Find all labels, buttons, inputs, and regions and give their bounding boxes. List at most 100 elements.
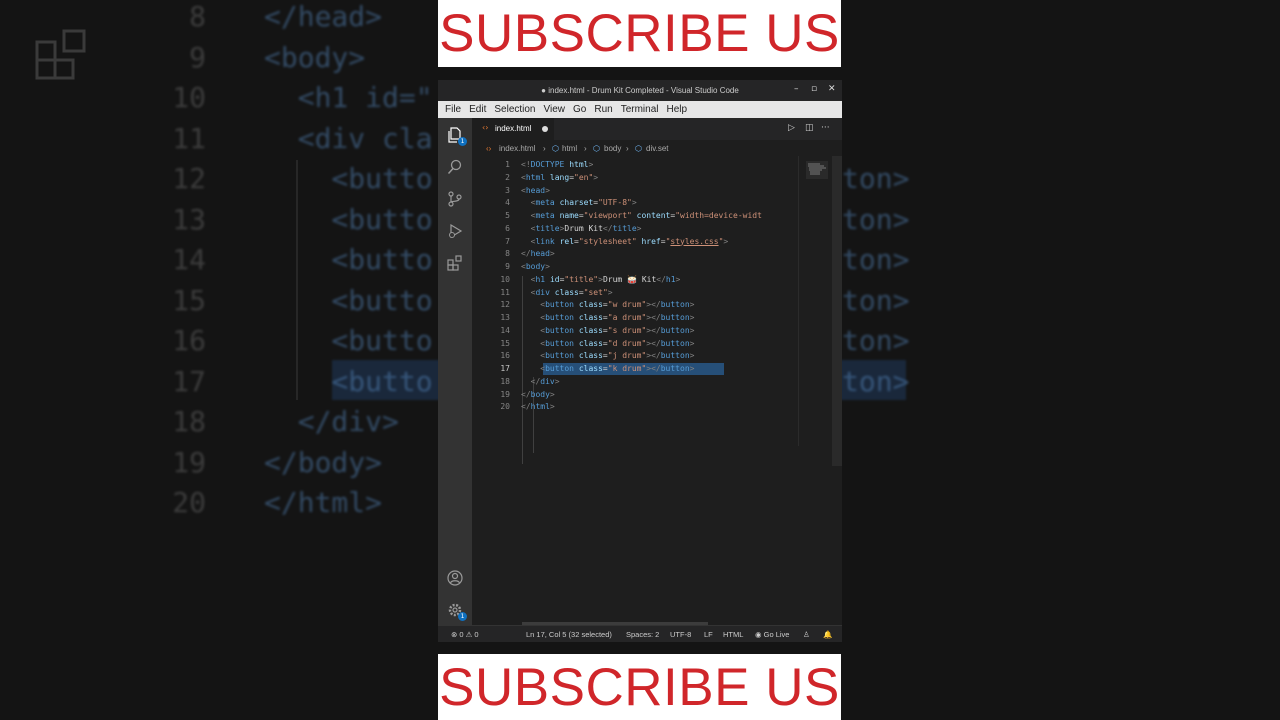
code-fragment-blurred: ton> <box>842 364 910 398</box>
vscode-window: ● index.html - Drum Kit Completed - Visu… <box>438 80 842 642</box>
line-number-blurred: 15 <box>172 283 206 317</box>
code-line[interactable]: <meta charset="UTF-8"> <box>521 198 637 207</box>
code-line[interactable]: <h1 id="title">Drum 🥁 Kit</h1> <box>521 275 681 284</box>
menu-selection[interactable]: Selection <box>494 104 535 115</box>
activity-bar: 1 1 <box>438 118 472 625</box>
code-line-blurred: </head> <box>264 0 383 33</box>
line-number: 13 <box>500 313 510 322</box>
code-fragment-blurred: ton> <box>842 243 910 276</box>
tab-bar: ‹› index.html ▷ ◫ ··· <box>472 118 842 140</box>
element-icon: ⬡ <box>552 144 559 153</box>
subscribe-banner-top: SUBSCRIBE US <box>438 0 841 67</box>
line-number: 6 <box>505 223 510 233</box>
account-icon[interactable] <box>447 570 463 586</box>
search-icon[interactable] <box>447 159 463 175</box>
more-actions-icon[interactable]: ··· <box>821 123 830 133</box>
breadcrumb: ‹› index.html › ⬡ html › ⬡ body › ⬡ div.… <box>472 140 842 156</box>
line-number-blurred: 12 <box>172 162 206 195</box>
line-number-blurred: 20 <box>172 486 206 519</box>
line-number: 11 <box>500 287 510 297</box>
tab-label: index.html <box>495 124 532 133</box>
code-line-blurred: <butto <box>264 324 433 357</box>
code-fragment-blurred: ton> <box>842 202 910 236</box>
menu-view[interactable]: View <box>544 104 566 115</box>
code-line[interactable]: <button class="d drum"></button> <box>521 339 694 348</box>
code-line-blurred: <butto <box>264 202 433 236</box>
code-line[interactable]: </html> <box>521 402 555 411</box>
menu-go[interactable]: Go <box>573 104 586 115</box>
title-bar: ● index.html - Drum Kit Completed - Visu… <box>438 80 842 101</box>
cursor-position[interactable]: Ln 17, Col 5 (32 selected) <box>526 630 612 639</box>
line-number: 3 <box>505 185 510 195</box>
code-line[interactable]: <!DOCTYPE html> <box>521 160 593 169</box>
split-editor-icon[interactable]: ◫ <box>805 123 814 133</box>
eol-setting[interactable]: LF <box>704 630 713 639</box>
run-debug-icon[interactable] <box>447 223 463 239</box>
code-line[interactable]: </div> <box>521 377 560 386</box>
maximize-button[interactable]: ▫ <box>811 84 817 94</box>
breadcrumb-item[interactable]: index.html <box>499 144 535 153</box>
code-line[interactable]: <button class="j drum"></button> <box>521 351 694 360</box>
settings-badge: 1 <box>458 612 467 621</box>
code-line-blurred: <butto <box>264 243 433 276</box>
menu-edit[interactable]: Edit <box>469 104 486 115</box>
code-line-blurred: </div> <box>264 405 399 438</box>
code-line[interactable]: <link rel="stylesheet" href="styles.css"… <box>521 237 729 246</box>
go-live-button[interactable]: ◉ Go Live <box>755 630 789 639</box>
code-line[interactable]: <head> <box>521 186 550 195</box>
minimize-button[interactable]: – <box>794 84 799 94</box>
code-line[interactable]: <div class="set"> <box>521 288 613 297</box>
status-bar: ⊗ 0 ⚠ 0 Ln 17, Col 5 (32 selected) Space… <box>438 625 842 642</box>
code-line[interactable]: <button class="w drum"></button> <box>521 300 694 309</box>
menu-bar: File Edit Selection View Go Run Terminal… <box>438 101 842 118</box>
code-line-blurred: <h1 id=" <box>264 81 433 114</box>
line-number: 16 <box>500 351 510 361</box>
code-line[interactable]: <html lang="en"> <box>521 173 598 182</box>
code-line[interactable]: <button class="s drum"></button> <box>521 326 694 335</box>
chevron-right-icon: › <box>584 144 587 153</box>
code-line[interactable]: <meta name="viewport" content="width=dev… <box>521 211 762 220</box>
breadcrumb-item[interactable]: div.set <box>646 144 669 153</box>
line-number: 14 <box>500 325 510 335</box>
code-line[interactable]: </head> <box>521 249 555 258</box>
line-number: 7 <box>505 236 510 246</box>
breadcrumb-item[interactable]: body <box>604 144 621 153</box>
indent-guide <box>533 377 534 453</box>
menu-help[interactable]: Help <box>667 104 688 115</box>
encoding-setting[interactable]: UTF-8 <box>670 630 691 639</box>
problems-indicator[interactable]: ⊗ 0 ⚠ 0 <box>451 630 479 639</box>
code-line-blurred: <butto <box>264 364 433 398</box>
line-number-blurred: 13 <box>172 202 206 236</box>
run-icon[interactable]: ▷ <box>788 123 795 133</box>
code-fragment-blurred: ton> <box>842 283 910 317</box>
notifications-bell-icon[interactable]: 🔔 <box>823 630 832 639</box>
code-line-blurred: <body> <box>264 40 366 74</box>
minimap[interactable] <box>806 161 828 179</box>
feedback-icon[interactable]: ♙ <box>803 630 810 639</box>
indentation-setting[interactable]: Spaces: 2 <box>626 630 659 639</box>
menu-file[interactable]: File <box>445 104 461 115</box>
chevron-right-icon: › <box>626 144 629 153</box>
tab-index-html[interactable]: ‹› index.html <box>472 118 554 140</box>
chevron-right-icon: › <box>543 144 546 153</box>
menu-run[interactable]: Run <box>594 104 612 115</box>
code-line[interactable]: <button class="k drum"></button> <box>521 364 694 373</box>
breadcrumb-item[interactable]: html <box>562 144 577 153</box>
language-mode[interactable]: HTML <box>723 630 743 639</box>
menu-terminal[interactable]: Terminal <box>621 104 659 115</box>
vertical-scrollbar[interactable] <box>832 156 842 466</box>
close-button[interactable]: ✕ <box>828 84 836 94</box>
line-number-blurred: 11 <box>172 121 206 155</box>
code-line[interactable]: <body> <box>521 262 550 271</box>
code-line[interactable]: <title>Drum Kit</title> <box>521 224 642 233</box>
code-editor[interactable]: 1 <!DOCTYPE html> 2 <html lang="en"> 3 <head>… <box>472 156 842 626</box>
unsaved-dot-icon[interactable] <box>542 126 548 132</box>
source-control-icon[interactable] <box>447 191 463 207</box>
element-icon: ⬡ <box>593 144 600 153</box>
html-file-icon: ‹› <box>486 144 492 153</box>
extensions-icon[interactable] <box>447 255 463 271</box>
code-line[interactable]: </body> <box>521 390 555 399</box>
line-number: 20 <box>500 402 510 412</box>
line-number: 17 <box>500 364 510 373</box>
code-line[interactable]: <button class="a drum"></button> <box>521 313 694 322</box>
